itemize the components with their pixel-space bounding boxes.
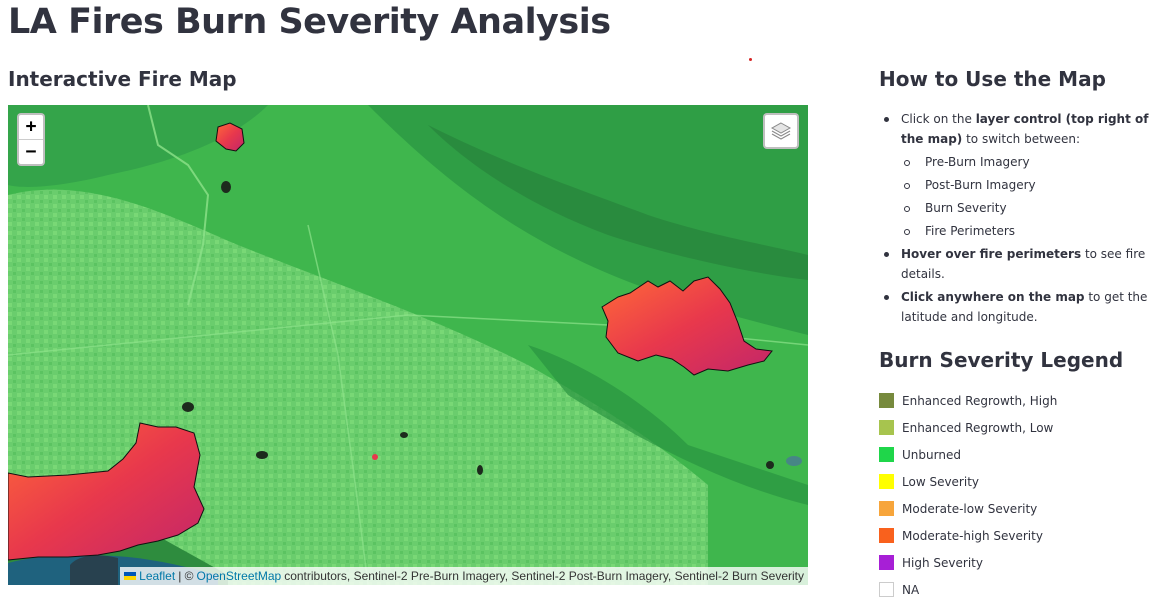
zoom-out-button[interactable]: − bbox=[19, 139, 43, 164]
leaflet-link[interactable]: Leaflet bbox=[139, 567, 175, 585]
legend-label: Moderate-high Severity bbox=[902, 528, 1043, 543]
legend-label: High Severity bbox=[902, 555, 983, 570]
howto-item1-prefix: Click on the bbox=[901, 112, 976, 126]
howto-item-click: Click anywhere on the map to get the lat… bbox=[880, 287, 1165, 327]
legend-item-moderate-high-severity: Moderate-high Severity bbox=[879, 522, 1159, 549]
howto-layer-pre-burn: Pre-Burn Imagery bbox=[880, 152, 1165, 172]
map-attribution: Leaflet | © OpenStreetMap contributors, … bbox=[120, 567, 808, 585]
layers-icon bbox=[770, 122, 792, 140]
legend-label: Enhanced Regrowth, High bbox=[902, 393, 1058, 408]
legend-swatch bbox=[879, 501, 894, 516]
legend-swatch bbox=[879, 447, 894, 462]
zoom-control: + − bbox=[17, 113, 45, 166]
legend-swatch bbox=[879, 393, 894, 408]
howto-layer-post-burn: Post-Burn Imagery bbox=[880, 175, 1165, 195]
attribution-separator: | © bbox=[178, 569, 194, 583]
layer-control-button[interactable] bbox=[763, 113, 799, 149]
legend-item-high-severity: High Severity bbox=[879, 549, 1159, 576]
howto-item-hover: Hover over fire perimeters to see fire d… bbox=[880, 244, 1165, 284]
legend-swatch bbox=[879, 582, 894, 597]
openstreetmap-link[interactable]: OpenStreetMap bbox=[196, 567, 281, 585]
page-title: LA Fires Burn Severity Analysis bbox=[8, 2, 611, 42]
howto-item1-suffix: to switch between: bbox=[962, 132, 1081, 146]
interactive-fire-map[interactable]: + − Leaflet | © OpenStreetMap contributo… bbox=[8, 105, 808, 585]
howto-list: Click on the layer control (top right of… bbox=[880, 109, 1165, 330]
map-section-title: Interactive Fire Map bbox=[8, 67, 237, 91]
howto-item3-bold: Click anywhere on the map bbox=[901, 290, 1085, 304]
legend-title: Burn Severity Legend bbox=[879, 348, 1124, 372]
legend-swatch bbox=[879, 555, 894, 570]
howto-title: How to Use the Map bbox=[879, 67, 1106, 91]
ukraine-flag-icon bbox=[124, 572, 137, 580]
legend-label: Low Severity bbox=[902, 474, 980, 489]
legend-swatch bbox=[879, 420, 894, 435]
howto-item2-bold: Hover over fire perimeters bbox=[901, 247, 1082, 261]
app-page: LA Fires Burn Severity Analysis Interact… bbox=[0, 0, 1172, 602]
legend-label: NA bbox=[902, 582, 920, 597]
legend-label: Enhanced Regrowth, Low bbox=[902, 420, 1054, 435]
status-dot bbox=[749, 58, 752, 61]
legend-item-low-severity: Low Severity bbox=[879, 468, 1159, 495]
legend-swatch bbox=[879, 528, 894, 543]
burn-severity-legend: Enhanced Regrowth, High Enhanced Regrowt… bbox=[879, 387, 1159, 602]
howto-layer-burn-severity: Burn Severity bbox=[880, 198, 1165, 218]
legend-item-unburned: Unburned bbox=[879, 441, 1159, 468]
map-tiles[interactable] bbox=[8, 105, 808, 585]
legend-item-enhanced-regrowth-high: Enhanced Regrowth, High bbox=[879, 387, 1159, 414]
zoom-in-button[interactable]: + bbox=[19, 115, 43, 139]
legend-item-moderate-low-severity: Moderate-low Severity bbox=[879, 495, 1159, 522]
legend-label: Unburned bbox=[902, 447, 961, 462]
legend-item-na: NA bbox=[879, 576, 1159, 602]
attribution-text: contributors, Sentinel-2 Pre-Burn Imager… bbox=[284, 569, 804, 583]
legend-label: Moderate-low Severity bbox=[902, 501, 1038, 516]
legend-item-enhanced-regrowth-low: Enhanced Regrowth, Low bbox=[879, 414, 1159, 441]
howto-item-layer-control: Click on the layer control (top right of… bbox=[880, 109, 1165, 149]
legend-swatch bbox=[879, 474, 894, 489]
howto-layer-fire-perimeters: Fire Perimeters bbox=[880, 221, 1165, 241]
